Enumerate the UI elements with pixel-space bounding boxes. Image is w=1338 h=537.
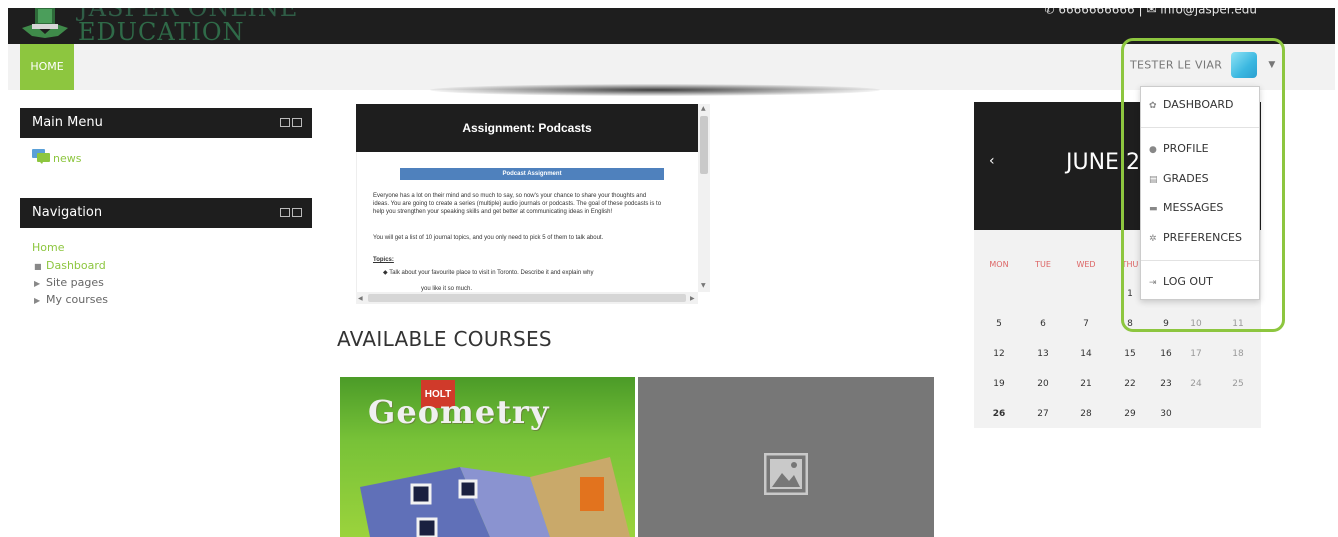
nav-item-dashboard[interactable]: ■ Dashboard xyxy=(34,259,106,272)
calendar-day[interactable]: 5 xyxy=(985,319,1013,329)
calendar-day[interactable]: 7 xyxy=(1072,319,1100,329)
calendar-day[interactable]: 30 xyxy=(1152,409,1180,419)
assignment-header: Assignment: Podcasts xyxy=(356,104,698,152)
calendar-prev-button[interactable]: ‹ xyxy=(989,153,995,169)
school-crest-emblem xyxy=(22,8,68,38)
course-tile-placeholder[interactable] xyxy=(638,377,934,537)
navigation-header: Navigation xyxy=(20,198,312,228)
image-placeholder-icon xyxy=(764,453,808,495)
calendar-day[interactable]: 19 xyxy=(985,379,1013,389)
nav-item-site-pages[interactable]: ▶ Site pages xyxy=(34,276,104,289)
calendar-day[interactable]: 6 xyxy=(1029,319,1057,329)
calendar-dow: WED xyxy=(1076,260,1096,269)
calendar-day[interactable]: 22 xyxy=(1116,379,1144,389)
assignment-embed[interactable]: Assignment: Podcasts Podcast Assignment … xyxy=(356,104,710,304)
nav-item-label: Dashboard xyxy=(46,259,106,272)
dock-icon[interactable] xyxy=(292,208,302,217)
calendar-day[interactable]: 15 xyxy=(1116,349,1144,359)
forum-icon xyxy=(32,149,50,164)
calendar-day[interactable]: 23 xyxy=(1152,379,1180,389)
calendar-day-weekend[interactable]: 24 xyxy=(1182,379,1210,389)
calendar-day[interactable]: 16 xyxy=(1152,349,1180,359)
email-link[interactable]: info@jasper.edu xyxy=(1160,8,1257,17)
calendar-day[interactable]: 27 xyxy=(1029,409,1057,419)
home-tab[interactable]: HOME xyxy=(20,44,74,90)
calendar-dow: TUE xyxy=(1035,260,1051,269)
expand-arrow-icon: ▶ xyxy=(34,296,41,305)
topic-text: Talk about your favourite place to visit… xyxy=(389,270,594,276)
calendar-day[interactable]: 14 xyxy=(1072,349,1100,359)
scroll-down-icon[interactable]: ▼ xyxy=(701,282,706,289)
document-paragraph: Everyone has a lot on their mind and so … xyxy=(373,193,662,215)
scroll-thumb[interactable] xyxy=(700,116,708,174)
available-courses-title: AVAILABLE COURSES xyxy=(337,327,552,351)
topics-heading: Topics: xyxy=(373,257,394,263)
calendar-day[interactable]: 20 xyxy=(1029,379,1057,389)
calendar-day[interactable]: 13 xyxy=(1029,349,1057,359)
calendar-day-weekend[interactable]: 18 xyxy=(1224,349,1252,359)
block-controls[interactable] xyxy=(278,198,302,228)
logo-text-line2: EDUCATION xyxy=(78,18,245,44)
calendar-day[interactable]: 29 xyxy=(1116,409,1144,419)
phone-icon: ✆ xyxy=(1044,8,1055,17)
news-link[interactable]: news xyxy=(53,152,81,165)
horizontal-scrollbar[interactable]: ◀ ▶ xyxy=(356,292,698,304)
navigation-title: Navigation xyxy=(32,205,103,220)
calendar-day-today[interactable]: 26 xyxy=(985,409,1013,419)
building-illustration xyxy=(360,457,630,537)
dock-icon[interactable] xyxy=(292,118,302,127)
scroll-thumb[interactable] xyxy=(368,294,686,302)
envelope-icon: ✉ xyxy=(1146,8,1157,17)
highlight-annotation xyxy=(1121,38,1285,332)
nav-item-my-courses[interactable]: ▶ My courses xyxy=(34,293,108,306)
calendar-day-weekend[interactable]: 17 xyxy=(1182,349,1210,359)
collapse-icon[interactable] xyxy=(280,118,290,127)
vertical-scrollbar[interactable]: ▲ ▼ xyxy=(698,104,710,292)
course-tile-geometry[interactable]: HOLT Geometry xyxy=(340,377,635,537)
collapse-icon[interactable] xyxy=(280,208,290,217)
calendar-day[interactable]: 21 xyxy=(1072,379,1100,389)
expand-arrow-icon: ▶ xyxy=(34,279,41,288)
main-menu-header: Main Menu xyxy=(20,108,312,138)
assignment-document: Podcast Assignment Everyone has a lot on… xyxy=(356,152,699,292)
main-menu-title: Main Menu xyxy=(32,115,103,130)
course-cover-title: Geometry xyxy=(368,393,550,431)
nav-item-label: Site pages xyxy=(46,276,104,289)
phone-number[interactable]: 6666666666 xyxy=(1058,8,1134,17)
topic-item: ◆ Talk about your favourite place to vis… xyxy=(383,269,673,277)
nav-item-label: My courses xyxy=(46,293,108,306)
calendar-day[interactable]: 28 xyxy=(1072,409,1100,419)
document-paragraph: You will get a list of 10 journal topics… xyxy=(373,235,604,241)
calendar-dow: MON xyxy=(989,260,1009,269)
nav-home-link[interactable]: Home xyxy=(32,241,64,254)
scroll-right-icon[interactable]: ▶ xyxy=(690,295,695,302)
document-title: Podcast Assignment xyxy=(400,168,664,180)
scroll-up-icon[interactable]: ▲ xyxy=(701,105,706,112)
bullet-icon: ■ xyxy=(34,262,42,271)
contact-info: ✆ 6666666666 | ✉ info@jasper.edu xyxy=(1044,8,1257,17)
scroll-left-icon[interactable]: ◀ xyxy=(358,295,363,302)
nav-shadow xyxy=(430,84,880,96)
calendar-day-weekend[interactable]: 25 xyxy=(1224,379,1252,389)
calendar-day[interactable]: 12 xyxy=(985,349,1013,359)
block-controls[interactable] xyxy=(278,108,302,138)
contact-separator: | xyxy=(1138,8,1143,17)
